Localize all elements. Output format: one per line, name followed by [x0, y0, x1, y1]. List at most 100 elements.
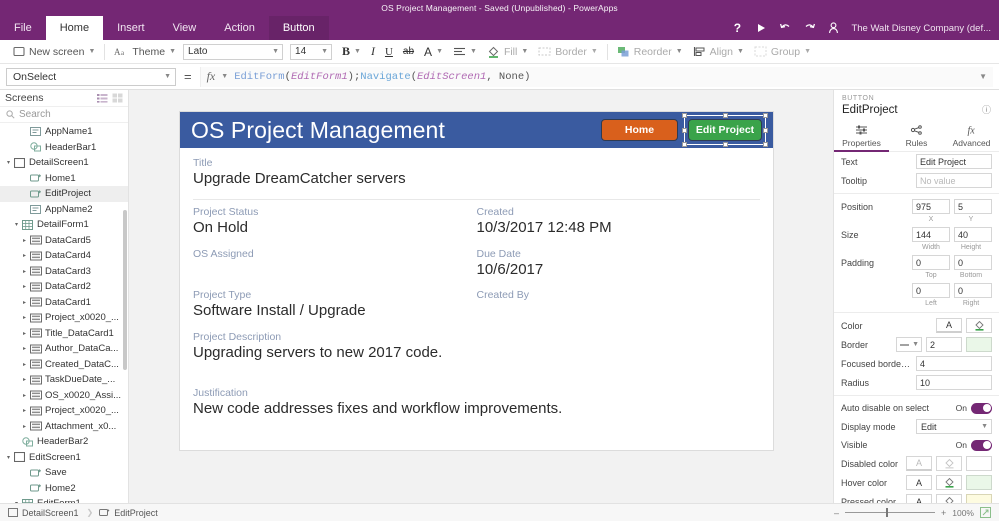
padding-bottom-input[interactable]: 0 — [954, 255, 992, 270]
tree-item-editscreen1[interactable]: ▾ EditScreen1 — [0, 450, 128, 466]
property-select[interactable]: OnSelect ▼ — [6, 67, 176, 86]
tab-rules[interactable]: Rules — [889, 121, 944, 151]
pressed-fill-color-button[interactable] — [936, 494, 962, 503]
account-icon[interactable] — [821, 16, 845, 40]
pressed-text-color-button[interactable]: A — [906, 494, 932, 503]
tree-twisty-collapsed-icon[interactable]: ▸ — [20, 283, 29, 290]
tree-item-headerbar2[interactable]: HeaderBar2 — [0, 434, 128, 450]
tree-item-author-dataca[interactable]: ▸ Author_DataCa... — [0, 341, 128, 357]
help-circle-icon[interactable]: ⓘ — [982, 103, 991, 116]
tree-item-taskduedate[interactable]: ▸ TaskDueDate_... — [0, 372, 128, 388]
strikethrough-button[interactable]: ab — [398, 41, 419, 63]
zoom-slider-thumb[interactable] — [886, 508, 889, 517]
text-color-button[interactable]: A — [936, 318, 962, 333]
position-x-input[interactable]: 975 — [912, 199, 950, 214]
tree-item-project-x0020[interactable]: ▸ Project_x0020_... — [0, 403, 128, 419]
focused-border-input[interactable]: 4 — [916, 356, 992, 371]
tab-advanced[interactable]: fx Advanced — [944, 121, 999, 151]
tree-item-home2[interactable]: Home2 — [0, 481, 128, 497]
ribbon-tab-home[interactable]: Home — [45, 16, 104, 40]
tree-item-headerbar1[interactable]: HeaderBar1 — [0, 140, 128, 156]
size-width-input[interactable]: 144 — [912, 227, 950, 242]
resize-handle-ne[interactable] — [763, 113, 768, 118]
tree-twisty-collapsed-icon[interactable]: ▸ — [20, 361, 29, 368]
fill-color-button[interactable] — [966, 318, 992, 333]
tree-twisty-collapsed-icon[interactable]: ▸ — [20, 252, 29, 259]
field-created-by[interactable]: Created By — [477, 289, 761, 321]
formula-expand-icon[interactable]: ▼ — [979, 72, 993, 81]
tree-twisty-collapsed-icon[interactable]: ▸ — [20, 423, 29, 430]
tree-twisty-collapsed-icon[interactable]: ▸ — [20, 376, 29, 383]
hover-fill-color-button[interactable] — [936, 475, 962, 490]
text-input[interactable]: Edit Project — [916, 154, 992, 169]
position-y-input[interactable]: 5 — [954, 199, 992, 214]
size-height-input[interactable]: 40 — [954, 227, 992, 242]
tooltip-input[interactable]: No value — [916, 173, 992, 188]
resize-handle-w[interactable] — [682, 127, 687, 133]
resize-handle-nw[interactable] — [682, 113, 687, 118]
field-project-type[interactable]: Project Type Software Install / Upgrade — [193, 289, 477, 321]
tree-twisty-collapsed-icon[interactable]: ▸ — [20, 407, 29, 414]
tree-twisty-collapsed-icon[interactable]: ▸ — [20, 299, 29, 306]
display-mode-select[interactable]: Edit ▼ — [916, 419, 992, 434]
field-title[interactable]: Title Upgrade DreamCatcher servers — [193, 157, 760, 189]
field-due-date[interactable]: Due Date 10/6/2017 — [477, 248, 761, 280]
fit-screen-icon[interactable] — [980, 507, 991, 518]
zoom-in-button[interactable]: + — [941, 508, 946, 518]
field-justification[interactable]: Justification New code addresses fixes a… — [193, 387, 760, 419]
resize-handle-sw[interactable] — [682, 142, 687, 147]
tree-item-detailscreen1[interactable]: ▾ DetailScreen1 — [0, 155, 128, 171]
field-os-assigned[interactable]: OS Assigned — [193, 248, 477, 280]
app-screen-canvas[interactable]: OS Project Management Home Edit Project — [180, 112, 773, 450]
auto-disable-toggle[interactable] — [971, 402, 992, 414]
radius-input[interactable]: 10 — [916, 375, 992, 390]
disabled-text-color-button[interactable]: A — [906, 456, 932, 471]
tree-twisty-collapsed-icon[interactable]: ▸ — [20, 330, 29, 337]
play-icon[interactable] — [749, 16, 773, 40]
tab-properties[interactable]: Properties — [834, 121, 889, 152]
field-project-status[interactable]: Project Status On Hold — [193, 206, 477, 238]
resize-handle-n[interactable] — [722, 113, 728, 118]
home-button[interactable]: Home — [601, 119, 678, 141]
reorder-button[interactable]: Reorder ▼ — [612, 41, 688, 63]
tree-item-created-datac[interactable]: ▸ Created_DataC... — [0, 357, 128, 373]
font-size-select[interactable]: 14 ▼ — [290, 43, 333, 60]
tree-scrollbar[interactable] — [123, 210, 127, 370]
padding-right-input[interactable]: 0 — [954, 283, 992, 298]
formula-input[interactable]: fx ▼ EditForm(EditForm1);Navigate(EditSc… — [199, 66, 993, 87]
ribbon-tab-insert[interactable]: Insert — [103, 16, 159, 40]
search-row[interactable]: Search — [0, 107, 128, 123]
italic-button[interactable]: I — [366, 41, 380, 63]
tree-twisty-collapsed-icon[interactable]: ▸ — [20, 392, 29, 399]
resize-handle-e[interactable] — [763, 127, 768, 133]
tree-item-editform1[interactable]: ▾ EditForm1 — [0, 496, 128, 503]
zoom-out-button[interactable]: – — [834, 508, 839, 518]
fill-button[interactable]: Fill ▼ — [482, 41, 533, 63]
tree-item-datacard3[interactable]: ▸ DataCard3 — [0, 264, 128, 280]
breadcrumb-control[interactable]: EditProject — [99, 508, 166, 518]
border-color-swatch[interactable] — [966, 337, 992, 352]
ribbon-tab-view[interactable]: View — [159, 16, 211, 40]
resize-handle-s[interactable] — [722, 142, 728, 147]
border-style-select[interactable]: ▼ — [896, 337, 922, 352]
hover-border-swatch[interactable] — [966, 475, 992, 490]
resize-handle-se[interactable] — [763, 142, 768, 147]
tree-item-datacard2[interactable]: ▸ DataCard2 — [0, 279, 128, 295]
bold-button[interactable]: B ▼ — [337, 41, 366, 63]
list-view-icon[interactable] — [97, 93, 108, 103]
thumbnail-view-icon[interactable] — [112, 93, 123, 103]
tree-item-os-x0020-assi[interactable]: ▸ OS_x0020_Assi... — [0, 388, 128, 404]
tree-twisty-expanded-icon[interactable]: ▾ — [4, 159, 13, 166]
tree-item-appname2[interactable]: AppName2 — [0, 202, 128, 218]
tree-item-title-datacard1[interactable]: ▸ Title_DataCard1 — [0, 326, 128, 342]
tree-item-appname1[interactable]: AppName1 — [0, 124, 128, 140]
search-input[interactable]: Search — [19, 109, 51, 120]
breadcrumb-screen[interactable]: DetailScreen1 — [8, 508, 87, 518]
ribbon-tab-button[interactable]: Button — [268, 16, 329, 40]
tree-item-project-x0020[interactable]: ▸ Project_x0020_... — [0, 310, 128, 326]
underline-button[interactable]: U — [380, 41, 398, 63]
font-color-button[interactable]: A ▼ — [419, 41, 448, 63]
tree-item-datacard1[interactable]: ▸ DataCard1 — [0, 295, 128, 311]
font-family-select[interactable]: Lato ▼ — [183, 43, 284, 60]
ribbon-tab-file[interactable]: File — [0, 16, 46, 40]
